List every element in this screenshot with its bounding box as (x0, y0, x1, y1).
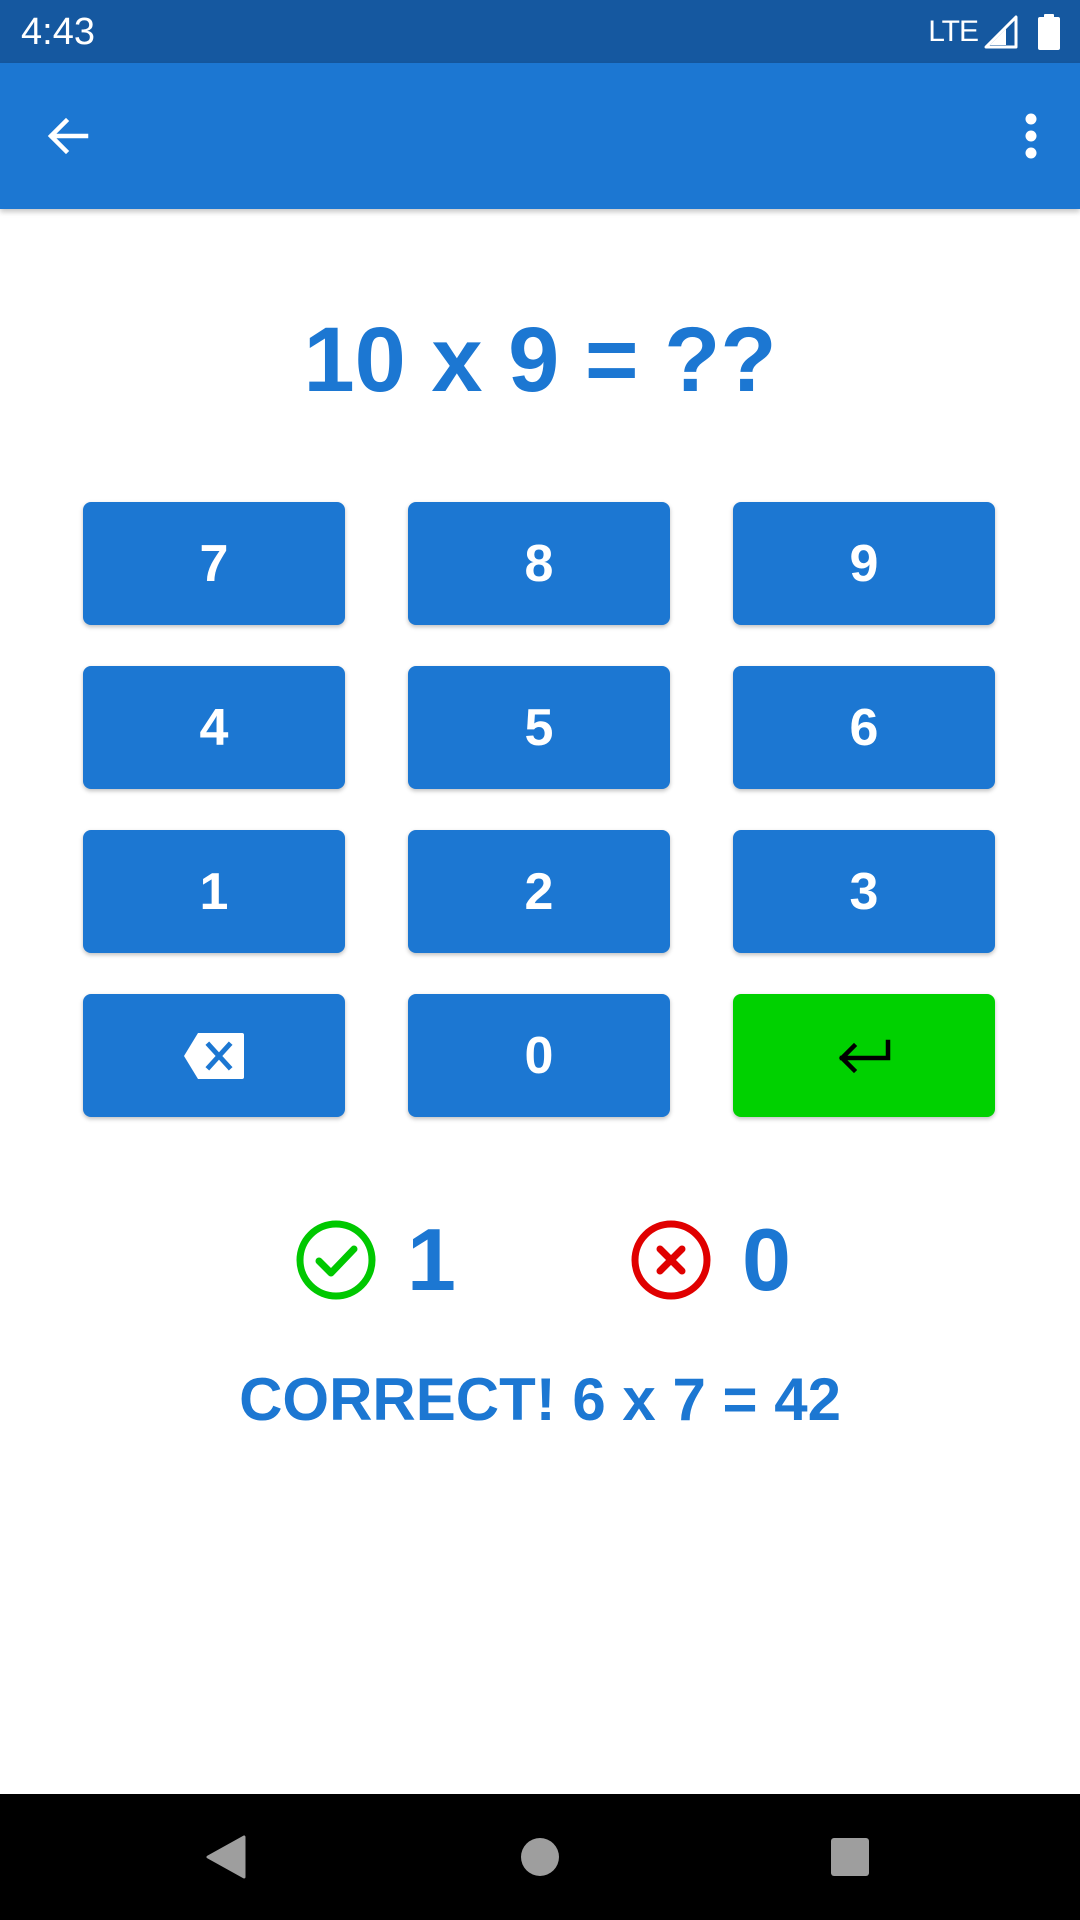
network-type: LTE (928, 15, 979, 48)
key-7[interactable]: 7 (83, 502, 345, 625)
nav-home-button[interactable] (512, 1829, 568, 1885)
key-1[interactable]: 1 (83, 830, 345, 953)
key-4[interactable]: 4 (83, 666, 345, 789)
feedback-text: CORRECT! 6 x 7 = 42 (239, 1366, 841, 1433)
back-button[interactable] (40, 108, 96, 164)
x-circle-icon (631, 1220, 711, 1300)
app-bar (0, 63, 1080, 209)
key-6[interactable]: 6 (733, 666, 995, 789)
nav-home-icon (521, 1838, 559, 1876)
keypad: 7 8 9 4 5 6 1 2 3 0 (0, 0, 1080, 1920)
nav-back-button[interactable] (198, 1829, 254, 1885)
nav-back-icon (206, 1835, 246, 1879)
battery-icon (1038, 14, 1060, 50)
correct-count: 1 (295, 1205, 456, 1315)
navigation-bar (0, 1794, 1080, 1920)
key-0[interactable]: 0 (408, 994, 670, 1117)
enter-button[interactable] (733, 994, 995, 1117)
arrow-back-icon (47, 117, 89, 155)
wrong-count: 0 (630, 1205, 791, 1315)
nav-recents-icon (831, 1838, 869, 1876)
wrong-count-value: 0 (742, 1210, 791, 1309)
key-2[interactable]: 2 (408, 830, 670, 953)
key-5[interactable]: 5 (408, 666, 670, 789)
nav-recents-button[interactable] (822, 1829, 878, 1885)
key-9[interactable]: 9 (733, 502, 995, 625)
more-vert-icon (1025, 113, 1037, 159)
check-circle-icon (296, 1220, 376, 1300)
more-options-button[interactable] (998, 103, 1064, 169)
status-icons: LTE (928, 10, 1060, 54)
backspace-icon (184, 1032, 244, 1079)
question-text: 10 x 9 = ?? (303, 309, 777, 411)
signal-icon (984, 15, 1018, 49)
enter-icon (838, 1039, 891, 1073)
key-3[interactable]: 3 (733, 830, 995, 953)
status-time: 4:43 (21, 11, 95, 53)
correct-count-value: 1 (407, 1210, 456, 1309)
key-8[interactable]: 8 (408, 502, 670, 625)
backspace-button[interactable] (83, 994, 345, 1117)
status-bar: 4:43 LTE (0, 0, 1080, 63)
